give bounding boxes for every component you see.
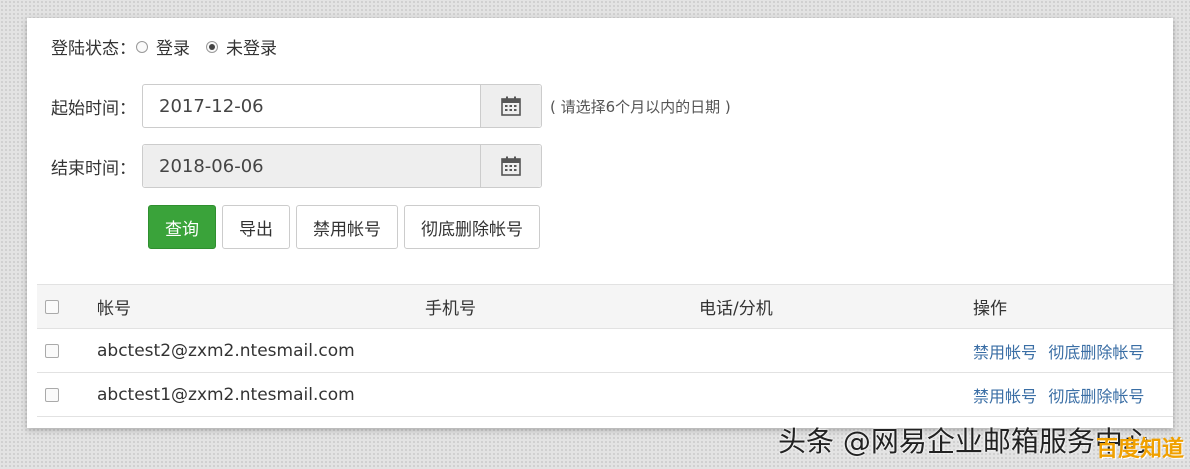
table-row: abctest2@zxm2.ntesmail.com 禁用帐号 彻底删除帐号: [37, 329, 1173, 373]
corner-watermark: 百度知道: [1095, 437, 1184, 462]
end-date-row: 结束时间：: [51, 144, 542, 188]
end-date-picker: [142, 144, 542, 188]
table-row: abctest1@zxm2.ntesmail.com 禁用帐号 彻底删除帐号: [37, 373, 1173, 417]
row-checkbox[interactable]: [45, 343, 59, 358]
row-select-cell: [37, 387, 97, 402]
calendar-icon: [501, 156, 521, 176]
select-all-cell: [37, 299, 97, 314]
action-buttons: 查询 导出 禁用帐号 彻底删除帐号: [148, 205, 546, 249]
radio-not-logged-in-label: 未登录: [226, 39, 277, 59]
radio-not-logged-in[interactable]: [206, 40, 218, 53]
row-checkbox[interactable]: [45, 387, 59, 402]
login-status-radios: 登录 未登录: [136, 34, 293, 59]
table-header: 帐号 手机号 电话/分机 操作: [37, 284, 1173, 329]
row-operations: 禁用帐号 彻底删除帐号: [973, 339, 1173, 363]
end-date-input[interactable]: [143, 145, 480, 187]
start-date-row: 起始时间： ( 请选择6个月以内的日期 ): [51, 84, 731, 128]
start-date-picker: [142, 84, 542, 128]
row-disable-link[interactable]: 禁用帐号: [973, 343, 1037, 362]
delete-account-button[interactable]: 彻底删除帐号: [404, 205, 540, 249]
account-table: 帐号 手机号 电话/分机 操作 abctest2@zxm2.ntesmail.c…: [37, 284, 1173, 417]
header-telephone: 电话/分机: [699, 299, 773, 319]
header-account: 帐号: [97, 299, 131, 319]
row-delete-link[interactable]: 彻底删除帐号: [1048, 387, 1144, 406]
radio-logged-in[interactable]: [136, 40, 148, 53]
row-account: abctest1@zxm2.ntesmail.com: [97, 384, 355, 405]
end-date-calendar-button[interactable]: [480, 145, 541, 187]
watermark-text: 头条 @网易企业邮箱服务中心: [778, 425, 1151, 458]
radio-logged-in-label: 登录: [156, 39, 190, 59]
export-button[interactable]: 导出: [222, 205, 290, 249]
start-date-label: 起始时间：: [51, 98, 136, 119]
end-date-label: 结束时间：: [51, 158, 136, 179]
calendar-icon: [501, 96, 521, 116]
row-disable-link[interactable]: 禁用帐号: [973, 387, 1037, 406]
row-operations: 禁用帐号 彻底删除帐号: [973, 383, 1173, 407]
query-button[interactable]: 查询: [148, 205, 216, 249]
row-account: abctest2@zxm2.ntesmail.com: [97, 340, 355, 361]
disable-account-button[interactable]: 禁用帐号: [296, 205, 398, 249]
login-status-row: 登陆状态： 登录 未登录: [51, 34, 293, 59]
select-all-checkbox[interactable]: [45, 299, 59, 314]
header-mobile: 手机号: [425, 299, 476, 319]
start-date-input[interactable]: [143, 85, 480, 127]
login-status-label: 登陆状态：: [51, 39, 136, 59]
start-date-calendar-button[interactable]: [480, 85, 541, 127]
filter-panel: 登陆状态： 登录 未登录 起始时间： ( 请选择6个月以内的日期 ): [27, 18, 1173, 428]
row-select-cell: [37, 343, 97, 358]
date-range-hint: ( 请选择6个月以内的日期 ): [550, 97, 731, 116]
row-delete-link[interactable]: 彻底删除帐号: [1048, 343, 1144, 362]
header-operations: 操作: [973, 299, 1007, 319]
